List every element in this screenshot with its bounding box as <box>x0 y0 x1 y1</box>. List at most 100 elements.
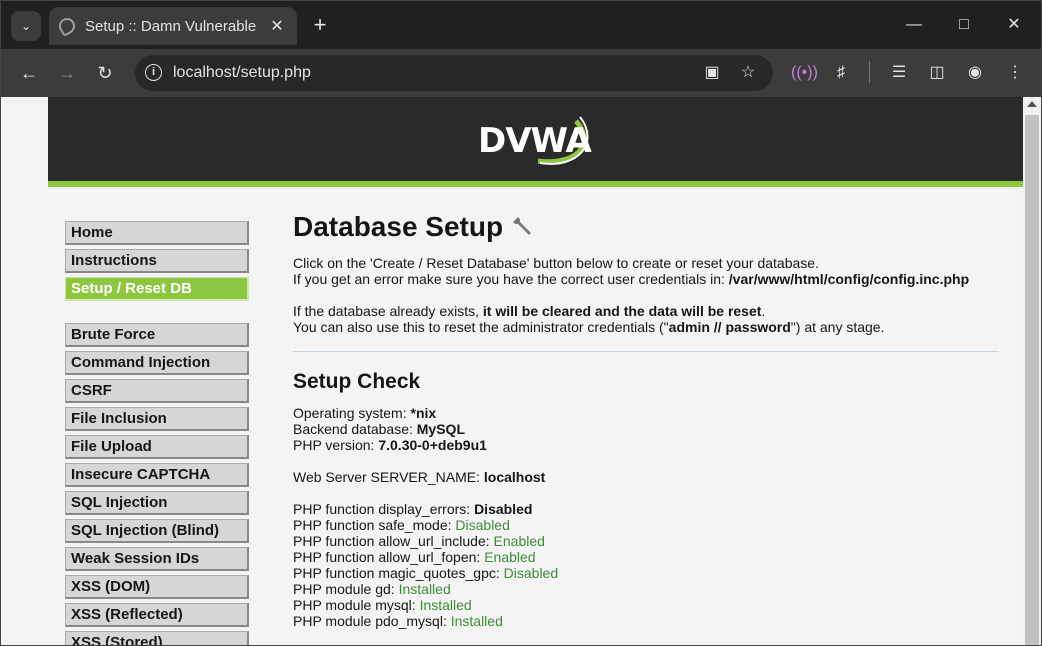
tab-close-icon[interactable]: ✕ <box>267 16 287 36</box>
bookmark-star-icon[interactable]: ☆ <box>737 62 759 84</box>
menu-item-xss-reflected[interactable]: XSS (Reflected) <box>65 603 249 627</box>
check-label: PHP function magic_quotes_gpc: <box>293 565 504 581</box>
browser-menu-icon[interactable]: ⋮ <box>1003 61 1027 85</box>
exists-bold: it will be cleared and the data will be … <box>482 303 762 319</box>
browser-toolbar: ← → ↻ i localhost/setup.php ▣ ☆ ((•)) ♯ … <box>1 49 1041 97</box>
tab-strip: ⌄ Setup :: Damn Vulnerable ✕ + — □ ✕ <box>1 1 1041 49</box>
reset-credentials: admin // password <box>668 319 791 335</box>
menu-item-file-inclusion[interactable]: File Inclusion <box>65 407 249 431</box>
extensions-puzzle-icon[interactable]: ♯ <box>829 61 853 85</box>
db-label: Backend database: <box>293 421 417 437</box>
exists-line: If the database already exists, it will … <box>293 303 1003 319</box>
system-info: Operating system: *nix Backend database:… <box>293 405 1003 453</box>
reset-prefix: You can also use this to reset the admin… <box>293 319 669 335</box>
menu-item-file-upload[interactable]: File Upload <box>65 435 249 459</box>
side-panel-icon[interactable]: ◫ <box>925 61 949 85</box>
intro-line-2: If you get an error make sure you have t… <box>293 271 1003 287</box>
check-line: PHP function allow_url_fopen: Enabled <box>293 549 1003 565</box>
check-value: Installed <box>398 581 451 597</box>
check-label: PHP function allow_url_include: <box>293 533 494 549</box>
server-info: Web Server SERVER_NAME: localhost <box>293 469 1003 485</box>
toolbar-separator <box>869 61 870 83</box>
setup-check-title: Setup Check <box>293 370 421 393</box>
main-menu: Home Instructions Setup / Reset DB Brute F… <box>65 221 249 645</box>
site-info-icon[interactable]: i <box>145 64 162 81</box>
scroll-up-arrow-icon[interactable] <box>1027 101 1037 107</box>
new-tab-plus-icon[interactable]: + <box>307 11 333 39</box>
reload-icon[interactable]: ↻ <box>91 59 119 87</box>
check-line: PHP function allow_url_include: Enabled <box>293 533 1003 549</box>
minimize-icon[interactable]: — <box>891 7 937 43</box>
menu-item-sql-injection-blind[interactable]: SQL Injection (Blind) <box>65 519 249 543</box>
menu-item-xss-stored[interactable]: XSS (Stored) <box>65 631 249 645</box>
server-line: Web Server SERVER_NAME: localhost <box>293 469 1003 485</box>
check-label: PHP function safe_mode: <box>293 517 456 533</box>
os-label: Operating system: <box>293 405 411 421</box>
main-content: Database Setup Click on the 'Create / Re… <box>293 211 1003 645</box>
reading-list-icon[interactable]: ☰ <box>887 61 911 85</box>
php-label: PHP version: <box>293 437 379 453</box>
tab-search-chevron-icon[interactable]: ⌄ <box>11 11 41 41</box>
display-errors-line: PHP function display_errors: Disabled <box>293 501 1003 517</box>
tab-setup[interactable]: Setup :: Damn Vulnerable ✕ <box>49 7 297 45</box>
check-line: PHP module mysql: Installed <box>293 597 1003 613</box>
menu-item-weak-session-ids[interactable]: Weak Session IDs <box>65 547 249 571</box>
vertical-scrollbar[interactable] <box>1023 97 1041 645</box>
menu-item-csrf[interactable]: CSRF <box>65 379 249 403</box>
media-cast-icon[interactable]: ((•)) <box>791 61 818 85</box>
server-label: Web Server SERVER_NAME: <box>293 469 484 485</box>
menu-item-brute-force[interactable]: Brute Force <box>65 323 249 347</box>
check-value: Installed <box>419 597 472 613</box>
browser-window: ⌄ Setup :: Damn Vulnerable ✕ + — □ ✕ ← →… <box>0 0 1042 646</box>
translate-icon[interactable]: ▣ <box>701 62 723 84</box>
menu-item-xss-dom[interactable]: XSS (DOM) <box>65 575 249 599</box>
page-title: Database Setup <box>293 211 1003 243</box>
address-bar[interactable]: i localhost/setup.php ▣ ☆ <box>135 55 773 91</box>
forward-arrow-icon[interactable]: → <box>53 59 81 87</box>
exists-prefix: If the database already exists, <box>293 303 483 319</box>
os-line: Operating system: *nix <box>293 405 1003 421</box>
tab-title: Setup :: Damn Vulnerable <box>85 17 257 35</box>
url-text: localhost/setup.php <box>173 64 311 81</box>
check-value: Installed <box>450 613 503 629</box>
php-value: 7.0.30-0+deb9u1 <box>378 437 487 453</box>
intro-line-1: Click on the 'Create / Reset Database' b… <box>293 255 819 271</box>
check-line: PHP function safe_mode: Disabled <box>293 517 1003 533</box>
menu-item-home[interactable]: Home <box>65 221 249 245</box>
server-value: localhost <box>483 469 546 485</box>
check-line: PHP module gd: Installed <box>293 581 1003 597</box>
maximize-icon[interactable]: □ <box>941 7 987 43</box>
check-label: PHP function allow_url_fopen: <box>293 549 485 565</box>
reset-text: If the database already exists, it will … <box>293 303 1003 335</box>
menu-item-sql-injection[interactable]: SQL Injection <box>65 491 249 515</box>
dvwa-page: Home Instructions Setup / Reset DB Brute F… <box>48 193 1023 645</box>
wrench-icon <box>513 217 532 235</box>
check-value: Enabled <box>493 533 545 549</box>
check-value: Enabled <box>484 549 536 565</box>
page-viewport: DVWA Home Instructions Setup / Reset DB Br… <box>1 97 1023 645</box>
page-title-text: Database Setup <box>293 211 504 242</box>
check-label: PHP module mysql: <box>293 597 420 613</box>
intro-text: Click on the 'Create / Reset Database' b… <box>293 255 1003 287</box>
intro-line-2-prefix: If you get an error make sure you have t… <box>293 271 729 287</box>
dvwa-header: DVWA <box>48 97 1023 187</box>
display-errors-label: PHP function display_errors: <box>293 501 475 517</box>
section-divider <box>293 351 999 352</box>
window-close-icon[interactable]: ✕ <box>991 7 1037 43</box>
exists-suffix: . <box>761 303 766 319</box>
menu-item-insecure-captcha[interactable]: Insecure CAPTCHA <box>65 463 249 487</box>
profile-avatar-icon[interactable]: ◉ <box>963 61 987 85</box>
menu-item-command-injection[interactable]: Command Injection <box>65 351 249 375</box>
db-line: Backend database: MySQL <box>293 421 1003 437</box>
menu-item-instructions[interactable]: Instructions <box>65 249 249 273</box>
back-arrow-icon[interactable]: ← <box>15 59 43 87</box>
check-value: Disabled <box>503 565 559 581</box>
config-path: /var/www/html/config/config.inc.php <box>728 271 970 287</box>
menu-item-setup-reset-db[interactable]: Setup / Reset DB <box>65 277 249 301</box>
display-errors-value: Disabled <box>474 501 533 517</box>
db-value: MySQL <box>416 421 465 437</box>
scroll-thumb[interactable] <box>1025 115 1039 645</box>
dvwa-logo[interactable]: DVWA <box>478 111 598 171</box>
reset-suffix: ") at any stage. <box>790 319 885 335</box>
php-checks: PHP function display_errors: Disabled PH… <box>293 501 1003 629</box>
